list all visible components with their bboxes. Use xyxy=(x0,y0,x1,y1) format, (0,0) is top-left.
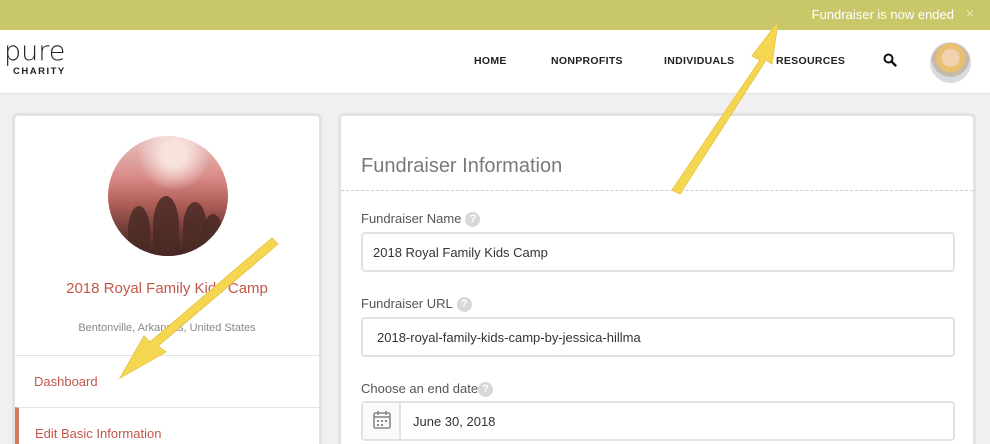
end-date-label-text: Choose an end date xyxy=(361,381,479,396)
user-avatar[interactable] xyxy=(930,42,971,83)
status-banner: Fundraiser is now ended × xyxy=(0,0,990,30)
fundraiser-location: Bentonville, Arkansas, United States xyxy=(78,322,256,334)
calendar-icon[interactable] xyxy=(363,403,401,439)
fundraiser-name-heading: 2018 Royal Family Kids Camp xyxy=(66,280,268,297)
fundraiser-url-label: Fundraiser URL? xyxy=(361,296,472,312)
help-icon[interactable]: ? xyxy=(465,212,481,227)
fundraiser-image xyxy=(108,136,228,256)
fundraiser-name-label-text: Fundraiser Name xyxy=(361,211,462,226)
end-date-field[interactable]: June 30, 2018 xyxy=(361,401,955,441)
panel-title: Fundraiser Information xyxy=(361,155,563,177)
help-icon[interactable]: ? xyxy=(456,297,472,312)
fundraiser-name-label: Fundraiser Name? xyxy=(361,211,481,227)
logo-text-pure: pure xyxy=(4,36,66,67)
fundraiser-information-panel: Fundraiser Information Fundraiser Name? … xyxy=(338,113,976,444)
fundraiser-url-label-text: Fundraiser URL xyxy=(361,296,453,311)
fundraiser-name-input[interactable] xyxy=(361,232,955,272)
help-icon[interactable]: ? xyxy=(478,382,494,397)
logo[interactable]: pure CHARITY xyxy=(4,36,66,78)
fundraiser-url-input[interactable] xyxy=(361,317,955,357)
menu-dashboard[interactable]: Dashboard xyxy=(15,355,319,407)
fundraiser-sidebar: 2018 Royal Family Kids Camp Bentonville,… xyxy=(12,113,322,444)
close-icon[interactable]: × xyxy=(966,5,974,21)
nav-resources[interactable]: RESOURCES xyxy=(776,55,845,67)
end-date-label: Choose an end date? xyxy=(361,381,494,397)
divider xyxy=(341,190,973,191)
end-date-value: June 30, 2018 xyxy=(413,414,496,429)
nav-nonprofits[interactable]: NONPROFITS xyxy=(551,55,623,67)
menu-edit-basic-information[interactable]: Edit Basic Information xyxy=(15,407,319,444)
nav-individuals[interactable]: INDIVIDUALS xyxy=(664,55,734,67)
nav-home[interactable]: HOME xyxy=(474,55,507,67)
logo-text-charity: CHARITY xyxy=(13,66,66,77)
banner-message: Fundraiser is now ended xyxy=(811,7,954,22)
search-icon[interactable] xyxy=(883,53,897,72)
site-header: pure CHARITY HOME NONPROFITS INDIVIDUALS… xyxy=(0,30,990,94)
